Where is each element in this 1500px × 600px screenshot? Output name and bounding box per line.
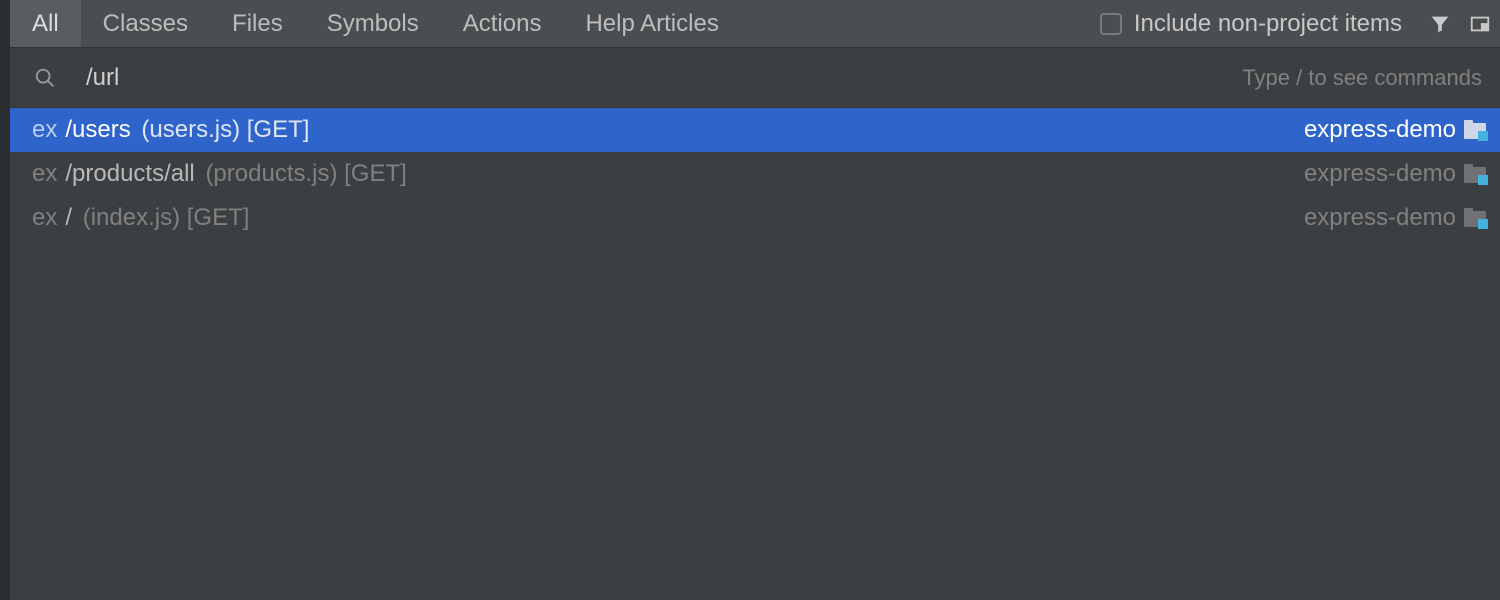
search-input[interactable] bbox=[86, 64, 1226, 92]
result-project: express-demo bbox=[1304, 160, 1456, 188]
include-non-project-checkbox[interactable]: Include non-project items bbox=[1100, 10, 1420, 38]
result-primary: /products/all bbox=[65, 160, 194, 188]
result-row[interactable]: ex /products/all (products.js) [GET] exp… bbox=[10, 152, 1500, 196]
tab-label: All bbox=[32, 10, 59, 38]
tab-help-articles[interactable]: Help Articles bbox=[563, 0, 740, 47]
search-everywhere-popup: All Classes Files Symbols Actions Help A… bbox=[10, 0, 1500, 600]
tab-actions[interactable]: Actions bbox=[441, 0, 564, 47]
tab-label: Actions bbox=[463, 10, 542, 38]
result-secondary: (users.js) [GET] bbox=[141, 116, 309, 144]
search-bar: Type / to see commands bbox=[10, 48, 1500, 108]
result-row[interactable]: ex / (index.js) [GET] express-demo bbox=[10, 196, 1500, 240]
tab-classes[interactable]: Classes bbox=[81, 0, 210, 47]
result-secondary: (products.js) [GET] bbox=[205, 160, 406, 188]
result-project: express-demo bbox=[1304, 204, 1456, 232]
tab-label: Symbols bbox=[327, 10, 419, 38]
result-primary: / bbox=[65, 204, 72, 232]
module-icon bbox=[1464, 209, 1486, 227]
search-hint: Type / to see commands bbox=[1226, 65, 1482, 91]
result-secondary: (index.js) [GET] bbox=[83, 204, 250, 232]
tab-label: Classes bbox=[103, 10, 188, 38]
module-icon bbox=[1464, 165, 1486, 183]
results-list: ex /users (users.js) [GET] express-demo … bbox=[10, 108, 1500, 600]
tab-all[interactable]: All bbox=[10, 0, 81, 47]
express-badge-icon: ex bbox=[32, 160, 57, 188]
tab-symbols[interactable]: Symbols bbox=[305, 0, 441, 47]
tab-label: Help Articles bbox=[585, 10, 718, 38]
module-icon bbox=[1464, 121, 1486, 139]
express-badge-icon: ex bbox=[32, 204, 57, 232]
filter-icon[interactable] bbox=[1420, 13, 1460, 35]
checkbox-box bbox=[1100, 13, 1122, 35]
result-project: express-demo bbox=[1304, 116, 1456, 144]
search-tabbar: All Classes Files Symbols Actions Help A… bbox=[10, 0, 1500, 48]
search-icon bbox=[34, 67, 62, 89]
checkbox-label: Include non-project items bbox=[1134, 10, 1402, 38]
tab-files[interactable]: Files bbox=[210, 0, 305, 47]
tab-label: Files bbox=[232, 10, 283, 38]
express-badge-icon: ex bbox=[32, 116, 57, 144]
result-row[interactable]: ex /users (users.js) [GET] express-demo bbox=[10, 108, 1500, 152]
result-primary: /users bbox=[65, 116, 130, 144]
editor-gutter-sliver bbox=[0, 0, 10, 600]
pin-window-icon[interactable] bbox=[1460, 13, 1500, 35]
